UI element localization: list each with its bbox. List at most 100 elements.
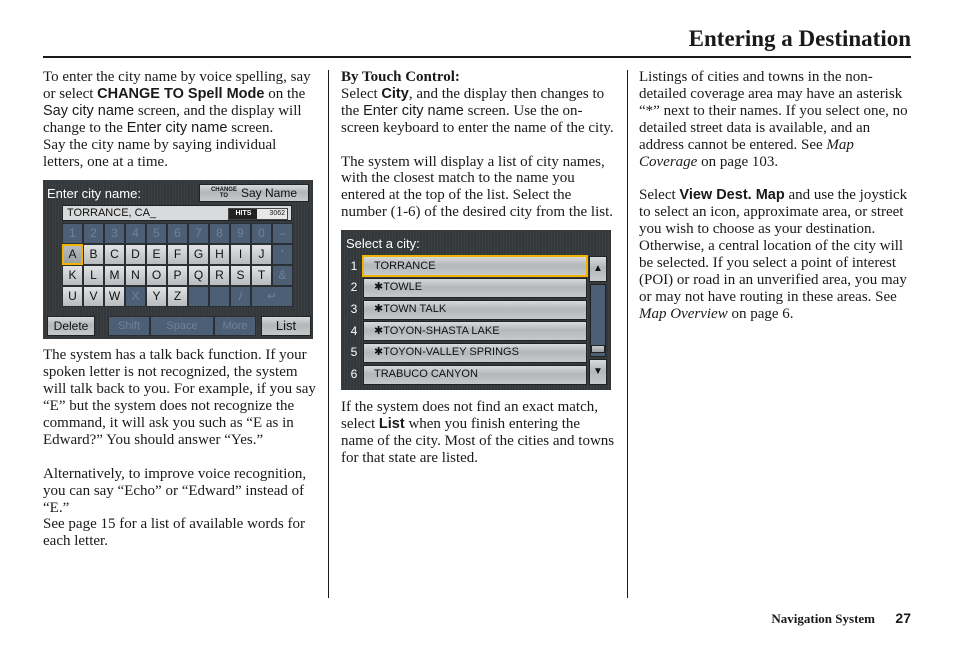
paragraph: The system has a talk back function. If … (43, 347, 316, 448)
paragraph: Listings of cities and towns in the non-… (639, 69, 908, 170)
screen-name: Enter city name (126, 119, 228, 136)
key-3: 3 (104, 223, 125, 245)
space-button[interactable]: Space (150, 316, 214, 337)
paragraph: By Touch Control: Select City, and the d… (341, 69, 616, 137)
enter-city-name-screen: Enter city name: CHANGE TO Say Name TORRA… (43, 180, 313, 340)
select-city-screen: Select a city: 1 TORRANCE 2 ✱TOWLE 3 ✱TOWN TA… (341, 230, 611, 391)
arrow-down-icon: ▼ (593, 365, 603, 377)
paragraph: Select View Dest. Map and use the joysti… (639, 187, 908, 322)
key-d[interactable]: D (125, 244, 146, 266)
key-f[interactable]: F (167, 244, 188, 266)
more-button[interactable]: More (214, 316, 256, 337)
key-x: X (125, 286, 146, 308)
column-1: To enter the city name by voice spelling… (43, 69, 318, 550)
key-blank (188, 286, 209, 308)
city-list-item[interactable]: 3 ✱TOWN TALK (345, 299, 587, 320)
key-5: 5 (146, 223, 167, 245)
paragraph: To enter the city name by voice spelling… (43, 69, 311, 170)
key-b[interactable]: B (83, 244, 104, 266)
key-a[interactable]: A (62, 244, 83, 266)
key-symbol: & (272, 265, 293, 287)
key-4: 4 (125, 223, 146, 245)
city-button[interactable]: ✱TOYON-SHASTA LAKE (363, 321, 587, 342)
city-number: 3 (350, 302, 358, 317)
page-number: 27 (895, 610, 911, 626)
screen-name: Enter city name (363, 102, 464, 119)
shift-button[interactable]: Shift (108, 316, 150, 337)
scroll-up-button[interactable]: ▲ (589, 256, 607, 283)
key-c[interactable]: C (104, 244, 125, 266)
key-e[interactable]: E (146, 244, 167, 266)
key-p[interactable]: P (167, 265, 188, 287)
scroll-down-button[interactable]: ▼ (589, 359, 607, 386)
key-m[interactable]: M (104, 265, 125, 287)
paragraph: If the system does not find an exact mat… (341, 399, 615, 466)
scrollbar[interactable] (590, 284, 606, 358)
key-h[interactable]: H (209, 244, 230, 266)
key-z[interactable]: Z (167, 286, 188, 308)
key-9: 9 (230, 223, 251, 245)
section-heading: By Touch Control: (341, 69, 460, 85)
city-button[interactable]: ✱TOYON-VALLEY SPRINGS (363, 342, 587, 363)
key-w[interactable]: W (104, 286, 125, 308)
key-j[interactable]: J (251, 244, 272, 266)
cross-reference: Map Overview (639, 305, 728, 322)
column-2: By Touch Control: Select City, and the d… (341, 69, 616, 467)
city-name-field[interactable]: TORRANCE, CA_ HITS 3062 (62, 205, 292, 222)
scroll-thumb[interactable] (591, 344, 605, 353)
command-label: CHANGE TO Spell Mode (97, 85, 265, 102)
page-title: Entering a Destination (688, 26, 911, 51)
key-l[interactable]: L (83, 265, 104, 287)
key-y[interactable]: Y (146, 286, 167, 308)
key-symbol: / (230, 286, 251, 308)
key-r[interactable]: R (209, 265, 230, 287)
key-symbol: ' (272, 244, 293, 266)
city-button[interactable]: ✱TOWN TALK (363, 299, 587, 320)
city-list-item[interactable]: 2 ✱TOWLE (345, 277, 587, 298)
city-list-item[interactable]: 6 TRABUCO CANYON (345, 364, 587, 385)
key-o[interactable]: O (146, 265, 167, 287)
key-6: 6 (167, 223, 188, 245)
column-3: Listings of cities and towns in the non-… (639, 69, 911, 323)
paragraph: The system will display a list of city n… (341, 153, 614, 221)
screen-title: Select a city: (346, 236, 420, 252)
key-u[interactable]: U (62, 286, 83, 308)
key-n[interactable]: N (125, 265, 146, 287)
key-s[interactable]: S (230, 265, 251, 287)
key-g[interactable]: G (188, 244, 209, 266)
key-k[interactable]: K (62, 265, 83, 287)
footer-section-label: Navigation System (771, 611, 875, 626)
key-7: 7 (188, 223, 209, 245)
command-label: City (381, 85, 409, 102)
change-to-say-name-button[interactable]: CHANGE TO Say Name (199, 184, 309, 203)
key-symbol: – (272, 223, 293, 245)
city-list-item[interactable]: 5 ✱TOYON-VALLEY SPRINGS (345, 342, 587, 363)
city-button[interactable]: ✱TOWLE (363, 277, 587, 298)
city-button[interactable]: TORRANCE (362, 255, 588, 278)
city-list-item[interactable]: 4 ✱TOYON-SHASTA LAKE (345, 321, 587, 342)
city-number: 1 (350, 258, 358, 273)
key-i[interactable]: I (230, 244, 251, 266)
city-button[interactable]: TRABUCO CANYON (363, 364, 587, 385)
command-label: View Dest. Map (679, 187, 785, 204)
paragraph: Alternatively, to improve voice recognit… (43, 465, 307, 550)
city-number: 5 (350, 345, 358, 360)
arrow-up-icon: ▲ (593, 262, 603, 274)
list-button[interactable]: List (261, 316, 311, 337)
column-divider (328, 70, 329, 598)
key-0: 0 (251, 223, 272, 245)
key-1: 1 (62, 223, 83, 245)
key-t[interactable]: T (251, 265, 272, 287)
city-number: 2 (350, 280, 358, 295)
keyboard-bottom-row: Delete Shift Space More List (47, 316, 311, 337)
screen-name: Say city name (43, 102, 135, 119)
city-list-item[interactable]: 1 TORRANCE (345, 255, 588, 278)
key-q[interactable]: Q (188, 265, 209, 287)
delete-button[interactable]: Delete (47, 316, 95, 337)
key-2: 2 (83, 223, 104, 245)
key-v[interactable]: V (83, 286, 104, 308)
key-blank (209, 286, 230, 308)
city-number: 6 (350, 367, 358, 382)
command-label: List (378, 416, 405, 433)
hits-counter: HITS 3062 (228, 208, 288, 221)
